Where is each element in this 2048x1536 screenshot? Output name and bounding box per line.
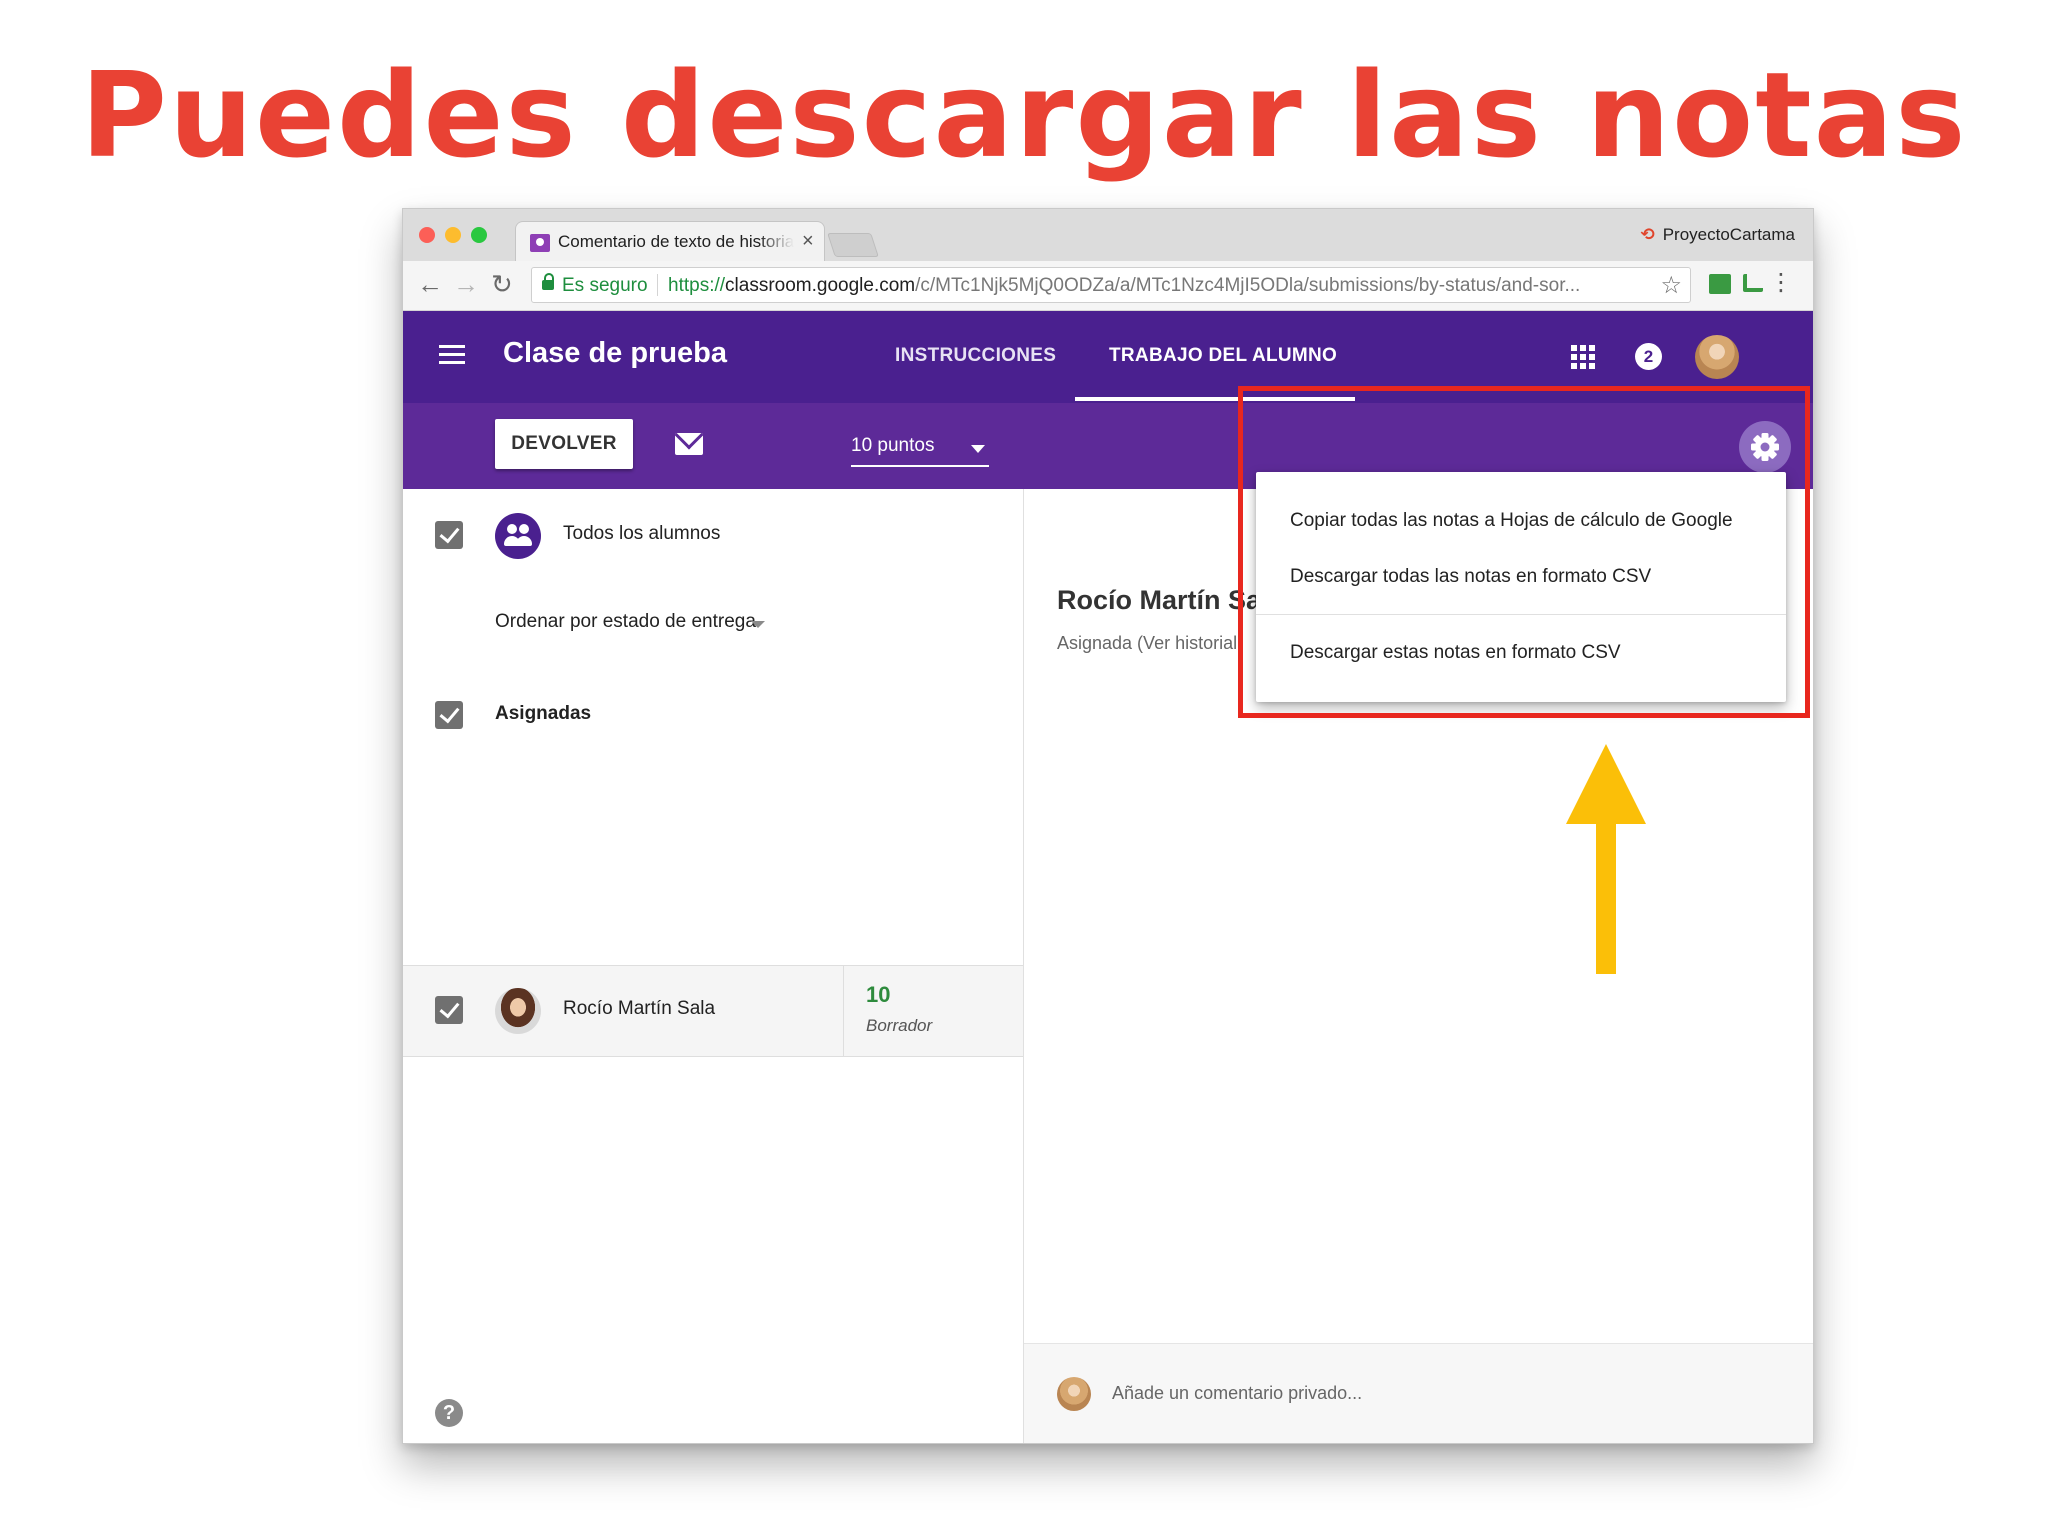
- class-title[interactable]: Clase de prueba: [503, 337, 727, 370]
- hamburger-menu-icon[interactable]: [439, 345, 465, 365]
- tab-strip: Comentario de texto de historia × ⟲ Proye…: [403, 209, 1813, 261]
- student-name: Rocío Martín Sala: [563, 998, 716, 1019]
- notifications-badge[interactable]: 2: [1635, 343, 1662, 370]
- grade-value: 10: [866, 982, 891, 1007]
- slide-title: Puedes descargar las notas: [80, 46, 1968, 184]
- sync-icon: ⟲: [1640, 225, 1655, 244]
- points-value: 10 puntos: [851, 435, 935, 456]
- classroom-extension-icon[interactable]: [1709, 274, 1731, 294]
- private-comment-input[interactable]: Añade un comentario privado...: [1112, 1383, 1362, 1404]
- help-icon[interactable]: ?: [435, 1399, 463, 1427]
- bookmark-star-icon[interactable]: ☆: [1660, 271, 1682, 300]
- url-text[interactable]: https://classroom.google.com/c/MTc1Njk5M…: [668, 275, 1648, 297]
- all-students-avatar: [495, 513, 541, 559]
- people-icon: [504, 524, 532, 548]
- points-dropdown[interactable]: 10 puntos: [851, 431, 989, 467]
- highlight-box: [1238, 386, 1810, 718]
- close-window-dot[interactable]: [419, 227, 435, 243]
- url-separator: [657, 274, 658, 296]
- student-list-pane: Todos los alumnos Ordenar por estado de …: [403, 489, 1024, 1443]
- sort-caret-icon[interactable]: [751, 621, 765, 628]
- arrow-up-icon: [1566, 744, 1646, 974]
- tab-close-icon[interactable]: ×: [802, 230, 814, 253]
- commenter-avatar: [1057, 1377, 1091, 1411]
- student-avatar: [495, 988, 541, 1034]
- tab-instructions[interactable]: INSTRUCCIONES: [895, 345, 1056, 367]
- all-students-label: Todos los alumnos: [563, 523, 721, 544]
- browser-menu-icon[interactable]: ⋮: [1769, 270, 1793, 296]
- forward-icon[interactable]: →: [453, 271, 479, 297]
- sort-dropdown[interactable]: Ordenar por estado de entrega: [495, 611, 756, 633]
- browser-toolbar: ← → ↻ Es seguro https://classroom.google…: [403, 261, 1813, 311]
- dropdown-caret-icon: [971, 445, 985, 453]
- tab-title: Comentario de texto de historia: [558, 232, 794, 251]
- assigned-checkbox[interactable]: [435, 701, 463, 729]
- zoom-window-dot[interactable]: [471, 227, 487, 243]
- back-icon[interactable]: ←: [417, 271, 443, 297]
- detail-student-name: Rocío Martín Sal: [1057, 585, 1269, 615]
- detail-status-line[interactable]: Asignada (Ver historial: [1057, 633, 1237, 654]
- minimize-window-dot[interactable]: [445, 227, 461, 243]
- new-tab-button[interactable]: [827, 233, 879, 257]
- student-checkbox[interactable]: [435, 996, 463, 1024]
- profile-chip[interactable]: ⟲ ProyectoCartama: [1640, 225, 1795, 245]
- cast-icon[interactable]: [1743, 274, 1763, 292]
- grade-status: Borrador: [866, 1016, 933, 1035]
- classroom-favicon-icon: [530, 234, 550, 252]
- return-button[interactable]: DEVOLVER: [495, 419, 633, 469]
- reload-icon[interactable]: ↻: [491, 271, 513, 297]
- tab-student-work[interactable]: TRABAJO DEL ALUMNO: [1109, 345, 1337, 367]
- email-icon[interactable]: [675, 433, 703, 455]
- grade-cell[interactable]: 10 Borrador: [843, 966, 1024, 1056]
- private-comment-bar: Añade un comentario privado...: [1024, 1343, 1813, 1443]
- google-apps-icon[interactable]: [1571, 345, 1595, 369]
- account-avatar[interactable]: [1695, 335, 1739, 379]
- table-row[interactable]: Rocío Martín Sala 10 Borrador: [403, 965, 1023, 1057]
- assigned-section-label: Asignadas: [495, 703, 592, 724]
- browser-tab[interactable]: Comentario de texto de historia ×: [515, 221, 825, 261]
- address-bar[interactable]: Es seguro https://classroom.google.com/c…: [531, 267, 1691, 303]
- profile-name: ProyectoCartama: [1662, 225, 1795, 244]
- secure-label: Es seguro: [562, 275, 648, 296]
- lock-icon: [542, 273, 554, 290]
- select-all-checkbox[interactable]: [435, 521, 463, 549]
